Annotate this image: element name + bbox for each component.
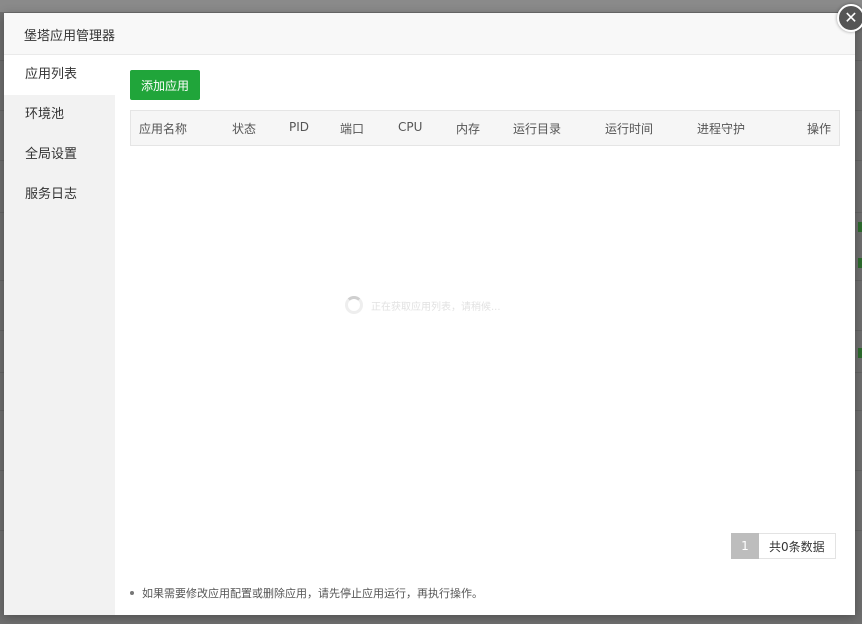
dialog-title: 堡塔应用管理器 <box>24 29 116 44</box>
column-header-run-time[interactable]: 运行时间 <box>605 120 653 137</box>
close-icon[interactable]: ✕ <box>837 4 862 32</box>
column-header-actions: 操作 <box>807 122 832 136</box>
sidebar-item-service-log[interactable]: 服务日志 <box>4 175 115 215</box>
column-header-port[interactable]: 端口 <box>340 120 364 137</box>
dialog-header: 堡塔应用管理器 <box>4 13 855 55</box>
column-header-cpu[interactable]: CPU <box>398 120 422 134</box>
sidebar-item-global-settings[interactable]: 全局设置 <box>4 135 115 175</box>
column-header-daemon[interactable]: 进程守护 <box>697 120 745 137</box>
table-header: 应用名称 状态 PID 端口 CPU 内存 运行目录 运行时间 进程守护 操作 <box>130 110 840 146</box>
page-number-button[interactable]: 1 <box>731 533 759 559</box>
spinner-icon <box>345 296 363 314</box>
background-status-mark <box>858 348 862 358</box>
total-count-label: 共0条数据 <box>759 533 836 559</box>
dialog-sidebar: 应用列表 环境池 全局设置 服务日志 <box>4 55 115 615</box>
background-status-mark <box>858 222 862 232</box>
add-app-button[interactable]: 添加应用 <box>130 70 200 100</box>
bullet-icon <box>130 591 134 595</box>
app-manager-dialog: 堡塔应用管理器 应用列表 环境池 全局设置 服务日志 添加应用 应用名称 状态 … <box>4 13 855 615</box>
loading-text: 正在获取应用列表，请稍候... <box>371 301 501 313</box>
pagination: 1 共0条数据 <box>731 533 836 559</box>
background-topbar <box>0 0 862 12</box>
help-notice: 如果需要修改应用配置或删除应用，请先停止应用运行，再执行操作。 <box>130 585 483 601</box>
loading-indicator: 正在获取应用列表，请稍候... <box>345 295 501 315</box>
dialog-content: 添加应用 应用名称 状态 PID 端口 CPU 内存 运行目录 运行时间 进程守… <box>115 55 855 615</box>
sidebar-item-app-list[interactable]: 应用列表 <box>4 55 115 95</box>
column-header-app-name[interactable]: 应用名称 <box>139 120 187 137</box>
background-status-mark <box>858 258 862 268</box>
column-header-memory[interactable]: 内存 <box>456 120 480 137</box>
column-header-status[interactable]: 状态 <box>232 120 256 137</box>
column-header-pid[interactable]: PID <box>289 120 309 134</box>
help-notice-text: 如果需要修改应用配置或删除应用，请先停止应用运行，再执行操作。 <box>142 587 483 600</box>
column-header-run-dir[interactable]: 运行目录 <box>513 120 561 137</box>
sidebar-item-env-pool[interactable]: 环境池 <box>4 95 115 135</box>
